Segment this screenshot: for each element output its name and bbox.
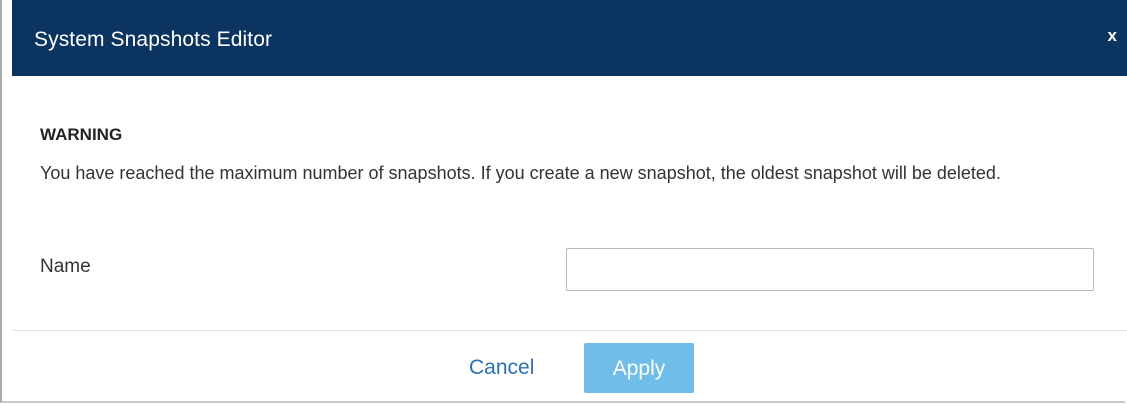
dialog-title: System Snapshots Editor bbox=[34, 28, 273, 51]
cancel-button[interactable]: Cancel bbox=[465, 343, 538, 393]
warning-message: You have reached the maximum number of s… bbox=[40, 163, 1001, 183]
system-snapshots-editor-dialog: System Snapshots Editor x WARNING You ha… bbox=[0, 0, 1127, 403]
name-label: Name bbox=[40, 256, 91, 277]
warning-title: WARNING bbox=[40, 125, 123, 144]
dialog-titlebar: System Snapshots Editor x bbox=[12, 0, 1127, 76]
apply-button[interactable]: Apply bbox=[584, 343, 694, 393]
name-input[interactable] bbox=[566, 248, 1094, 291]
footer-divider bbox=[12, 330, 1127, 331]
close-icon[interactable]: x bbox=[1108, 27, 1117, 44]
